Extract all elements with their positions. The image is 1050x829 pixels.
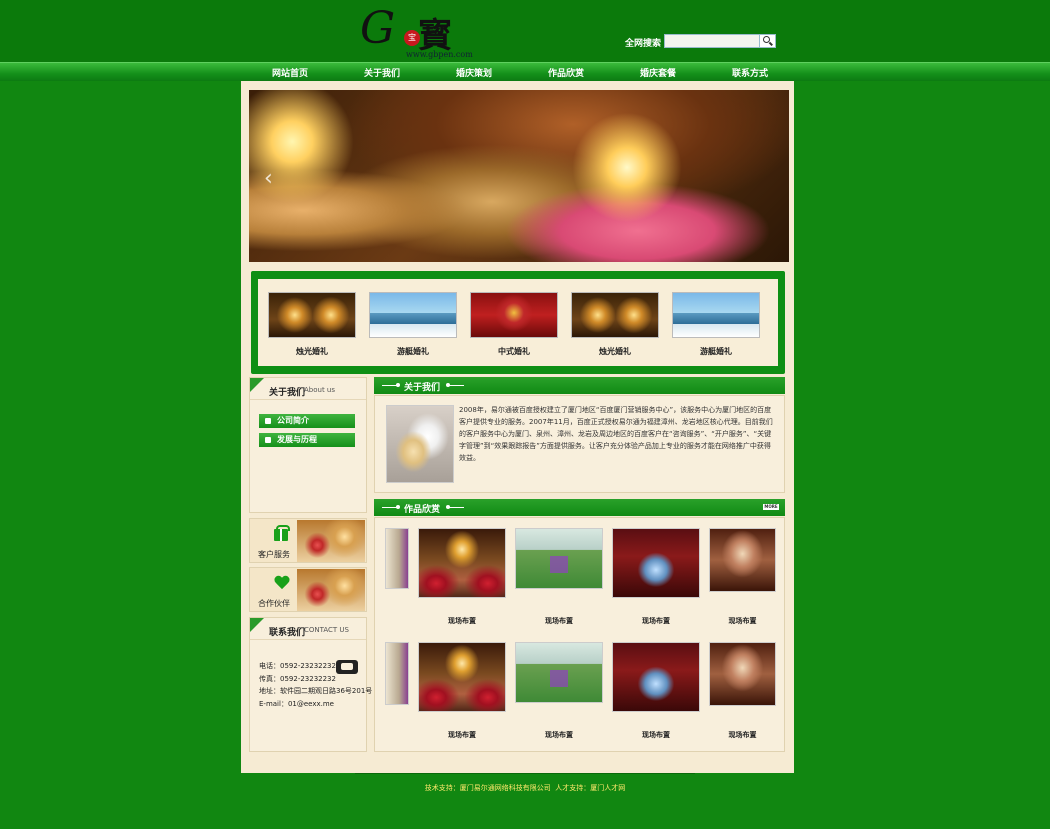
contact-title: 联系我们 CONTACT US (250, 618, 366, 640)
contact-box: 联系我们 CONTACT US 电话：0592-23232232 传真：0592… (249, 617, 372, 752)
contact-heading: 联系我们 (269, 628, 306, 638)
nav-about[interactable]: 关于我们 (364, 66, 400, 79)
about-sidebar-title: 关于我们 About us (250, 378, 366, 400)
about-photo (386, 405, 454, 483)
header: G 宝 寳盒 www.gbpen.com 全网搜索 (0, 0, 1050, 106)
footer: 技术支持：厦门易尔通网络科技有限公司 人才支持：厦门人才网 (0, 783, 1050, 793)
footer-talent-link[interactable]: 厦门人才网 (590, 784, 625, 792)
contact-phone: 电话：0592-23232232 (259, 662, 336, 670)
nav-planning[interactable]: 婚庆策划 (456, 66, 492, 79)
work-caption[interactable]: 现场布置 (612, 730, 700, 740)
contact-email: E-mail：01@eexx.me (259, 700, 334, 708)
gallery-thumb[interactable] (369, 292, 457, 338)
gallery-caption[interactable]: 烛光婚礼 (571, 346, 659, 357)
work-thumb[interactable] (709, 528, 776, 592)
search-icon (763, 36, 770, 43)
gift-icon (274, 525, 290, 541)
search-label: 全网搜索 (625, 39, 662, 49)
gallery-thumb[interactable] (571, 292, 659, 338)
work-caption[interactable]: 现场布置 (709, 730, 776, 740)
gallery-item[interactable]: 中式婚礼 (470, 292, 558, 357)
footer-tech-link[interactable]: 厦门易尔通网络科技有限公司 (460, 784, 551, 792)
work-caption[interactable]: 现场布置 (709, 616, 776, 626)
contact-fax: 传真：0592-23232232 (259, 675, 336, 683)
logo-url: www.gbpen.com (406, 50, 473, 59)
logo-letter: G (360, 3, 396, 54)
work-caption[interactable]: 现场布置 (515, 730, 603, 740)
nav-contact[interactable]: 联系方式 (732, 66, 768, 79)
footer-tech-label: 技术支持： (424, 784, 460, 792)
more-button[interactable]: MORE (763, 504, 779, 510)
main-nav: 网站首页 关于我们 婚庆策划 作品欣赏 婚庆套餐 联系方式 (0, 62, 1050, 81)
work-thumb[interactable] (709, 642, 776, 706)
works-section-header: 作品欣赏 MORE (374, 499, 785, 516)
gallery-item[interactable]: 游艇婚礼 (369, 292, 457, 357)
gallery-thumb[interactable] (470, 292, 558, 338)
work-thumb[interactable] (418, 528, 506, 598)
work-caption[interactable]: 现场布置 (515, 616, 603, 626)
gallery-thumb[interactable] (268, 292, 356, 338)
gallery-item[interactable]: 游艇婚礼 (672, 292, 760, 357)
gallery-thumb[interactable] (672, 292, 760, 338)
works-thumb-partial[interactable] (385, 528, 409, 589)
featured-gallery: 烛光婚礼 游艇婚礼 中式婚礼 烛光婚礼 游艇婚礼 (251, 271, 785, 374)
nav-home[interactable]: 网站首页 (272, 66, 308, 79)
phone-icon (336, 660, 358, 674)
search-box (664, 34, 776, 48)
about-sidebar: 关于我们 About us 公司简介 发展与历程 (249, 377, 367, 513)
footer-talent-label: 人才支持： (555, 784, 591, 792)
about-section-title: 关于我们 (404, 383, 441, 393)
work-thumb[interactable] (418, 642, 506, 712)
gallery-caption[interactable]: 中式婚礼 (470, 346, 558, 357)
work-thumb[interactable] (515, 642, 603, 703)
partners-card[interactable]: 合作伙伴 (249, 567, 367, 612)
about-sidebar-heading: 关于我们 (269, 388, 306, 398)
customer-service-photo (297, 520, 365, 562)
corner-mark-icon (250, 378, 264, 392)
partners-photo (297, 569, 365, 611)
about-section-body: 2008年，易尔通被百度授权建立了厦门地区“百度厦门营销服务中心”，该服务中心为… (374, 395, 785, 493)
gallery-caption[interactable]: 烛光婚礼 (268, 346, 356, 357)
works-section-body: 现场布置 现场布置 现场布置 现场布置 现场布置 现场布置 现场布置 现场布置 (374, 517, 785, 752)
footer-divider (355, 773, 695, 774)
logo[interactable]: G 宝 寳盒 www.gbpen.com (360, 3, 480, 106)
contact-address: 地址：软件园二期观日路36号201号 (259, 687, 373, 695)
work-caption[interactable]: 现场布置 (612, 616, 700, 626)
about-sidebar-subheading: About us (304, 386, 336, 394)
chevron-left-icon[interactable]: ‹ (264, 166, 273, 191)
about-section-header: 关于我们 (374, 377, 785, 394)
work-thumb[interactable] (515, 528, 603, 589)
search-button[interactable] (759, 35, 775, 47)
partners-label: 合作伙伴 (258, 599, 290, 608)
contact-subheading: CONTACT US (304, 626, 349, 634)
gallery-caption[interactable]: 游艇婚礼 (369, 346, 457, 357)
nav-works[interactable]: 作品欣赏 (548, 66, 584, 79)
gallery-item[interactable]: 烛光婚礼 (268, 292, 356, 357)
square-bullet-icon (265, 437, 271, 443)
works-section-title: 作品欣赏 (404, 505, 441, 515)
work-caption[interactable]: 现场布置 (418, 730, 506, 740)
works-thumb-partial[interactable] (385, 642, 409, 705)
gallery-item[interactable]: 烛光婚礼 (571, 292, 659, 357)
nav-packages[interactable]: 婚庆套餐 (640, 66, 676, 79)
work-caption[interactable]: 现场布置 (418, 616, 506, 626)
customer-service-card[interactable]: 客户服务 (249, 518, 367, 563)
gallery-caption[interactable]: 游艇婚礼 (672, 346, 760, 357)
corner-mark-icon (250, 618, 264, 632)
sidebar-item-history[interactable]: 发展与历程 (259, 433, 355, 447)
square-bullet-icon (265, 418, 271, 424)
sidebar-item-company-intro[interactable]: 公司简介 (259, 414, 355, 428)
work-thumb[interactable] (612, 528, 700, 598)
work-thumb[interactable] (612, 642, 700, 712)
search-input[interactable] (665, 35, 759, 47)
about-text: 2008年，易尔通被百度授权建立了厦门地区“百度厦门营销服务中心”，该服务中心为… (459, 406, 773, 462)
hero-banner[interactable]: ‹ (249, 90, 789, 262)
heart-icon (274, 576, 290, 590)
customer-service-label: 客户服务 (258, 550, 290, 559)
